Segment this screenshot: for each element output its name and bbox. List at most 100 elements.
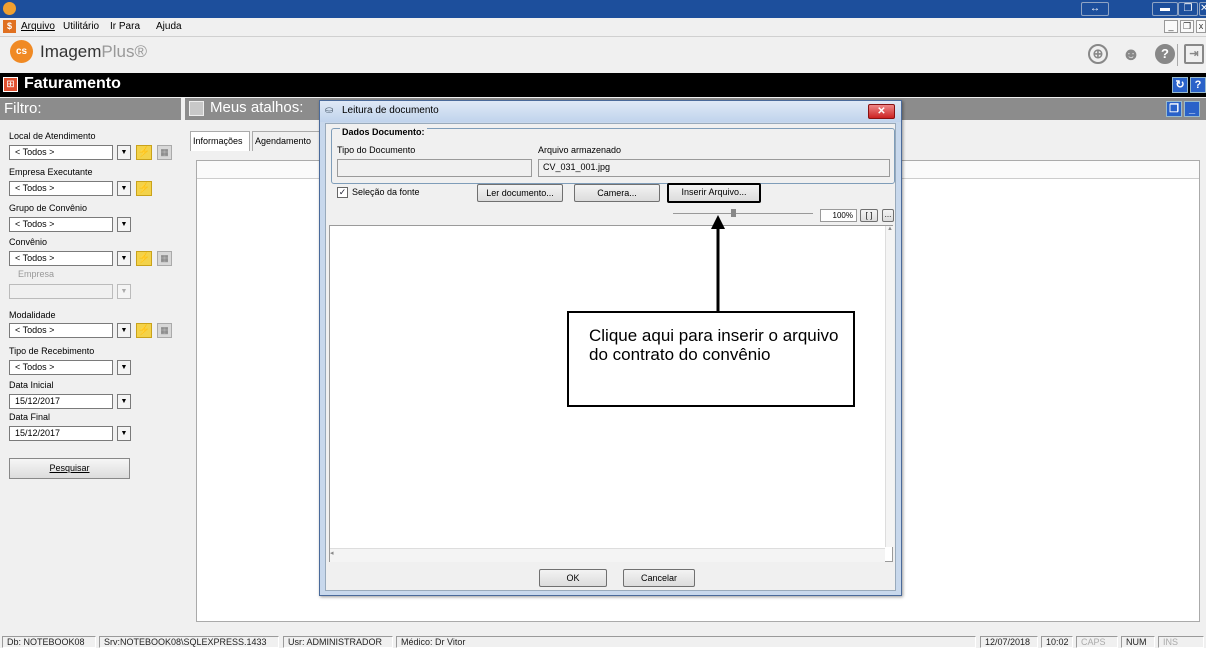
local-select[interactable]: < Todos > [9,145,113,160]
status-bar: Db: NOTEBOOK08 Srv:NOTEBOOK08\SQLEXPRESS… [0,635,1206,648]
brand-logo-icon: cs [10,40,33,63]
zoom-fit-button[interactable]: [ ] [860,209,878,222]
selecao-fonte-label: Seleção da fonte [352,187,420,197]
globe-icon[interactable]: ⊕ [1088,44,1108,64]
menu-utilitario[interactable]: Utilitário [63,21,99,32]
ler-documento-button[interactable]: Ler documento... [477,184,563,202]
menu-ajuda[interactable]: Ajuda [156,21,182,32]
mdi-minimize-icon[interactable]: _ [1164,20,1178,33]
camera-button[interactable]: Camera... [574,184,660,202]
exit-icon[interactable]: ⇥ [1184,44,1204,64]
brand-name: ImagemPlus® [40,42,147,62]
vertical-scrollbar[interactable]: ▲ [885,226,894,547]
empresa-exec-dropdown-arrow-icon[interactable]: ▼ [117,181,131,196]
local-dropdown-arrow-icon[interactable]: ▼ [117,145,131,160]
close-button[interactable]: ✕ [1199,2,1206,16]
mdi-close-icon[interactable]: x [1196,20,1206,33]
callout-box: Clique aqui para inserir o arquivo do co… [567,311,855,407]
window-titlebar: ↔ ▬ ❐ ✕ [0,0,1206,18]
minimize-button[interactable]: ▬ [1152,2,1178,16]
menu-ir-para[interactable]: Ir Para [110,21,140,32]
support-icon[interactable]: ☻ [1121,44,1141,64]
mdi-restore-icon[interactable]: ❐ [1180,20,1194,33]
empresa-exec-select[interactable]: < Todos > [9,181,113,196]
grupo-select[interactable]: < Todos > [9,217,113,232]
status-medico: Médico: Dr Vitor [396,636,976,648]
convenio-select[interactable]: < Todos > [9,251,113,266]
brand-name-dark: Imagem [40,42,102,61]
clear-icon[interactable]: ▦ [157,323,172,338]
maximize-button[interactable]: ❐ [1178,2,1198,16]
filter-header: Filtro: [0,98,181,120]
data-final-calendar-icon[interactable]: ▼ [117,426,131,441]
app-icon [3,2,16,15]
module-title: Faturamento [24,75,121,92]
data-final-label: Data Final [9,412,51,422]
tipo-documento-label: Tipo do Documento [337,145,416,155]
help-icon[interactable]: ? [1155,44,1175,64]
module-icon: ⊞ [3,77,18,92]
refresh-icon[interactable]: ↻ [1172,77,1188,93]
modalidade-select[interactable]: < Todos > [9,323,113,338]
inserir-arquivo-button[interactable]: Inserir Arquivo... [667,183,761,203]
clear-icon[interactable]: ▦ [157,251,172,266]
status-caps: CAPS [1076,636,1118,648]
modalidade-dropdown-arrow-icon[interactable]: ▼ [117,323,131,338]
selecao-fonte-checkbox[interactable]: ✓ [337,187,348,198]
tipo-documento-field[interactable] [337,159,532,177]
convenio-label: Convênio [9,237,48,247]
status-usr: Usr: ADMINISTRADOR [283,636,393,648]
restore-down-icon[interactable]: ↔ [1081,2,1109,16]
lightning-icon[interactable]: ⚡ [136,251,152,266]
arquivo-armazenado-label: Arquivo armazenado [538,145,622,155]
cancelar-button[interactable]: Cancelar [623,569,695,587]
zoom-more-button[interactable]: ... [882,209,894,222]
data-inicial-calendar-icon[interactable]: ▼ [117,394,131,409]
callout-arrow-head [711,215,725,229]
collapse-icon[interactable]: _ [1184,101,1200,117]
status-srv: Srv:NOTEBOOK08\SQLEXPRESS.1433 [99,636,279,648]
toolbar-divider [1177,44,1178,66]
tipo-receb-dropdown-arrow-icon[interactable]: ▼ [117,360,131,375]
lightning-icon[interactable]: ⚡ [136,145,152,160]
dialog-close-button[interactable]: ✕ [868,104,895,119]
convenio-dropdown-arrow-icon[interactable]: ▼ [117,251,131,266]
empresa-label: Empresa [18,269,55,279]
group-label: Dados Documento: [340,127,427,137]
tab-informacoes[interactable]: Informações [190,131,250,151]
tipo-receb-label: Tipo de Recebimento [9,346,95,356]
menu-arquivo[interactable]: Arquivo [21,21,55,32]
empresa-dropdown-arrow-icon[interactable]: ▼ [117,284,131,299]
local-label: Local de Atendimento [9,131,96,141]
clear-icon[interactable]: ▦ [157,145,172,160]
lightning-icon[interactable]: ⚡ [136,181,152,196]
empresa-select[interactable] [9,284,113,299]
pesquisar-button[interactable]: Pesquisar [9,458,130,479]
status-num: NUM [1121,636,1155,648]
tab-agendamento[interactable]: Agendamento [252,131,320,151]
shortcuts-title: Meus atalhos: [210,99,304,116]
menu-bar: $ Arquivo Utilitário Ir Para Ajuda _ ❐ x [0,18,1206,37]
zoom-slider-track[interactable] [673,213,813,214]
status-db: Db: NOTEBOOK08 [2,636,96,648]
shortcuts-toggle-icon[interactable] [189,101,204,116]
tipo-receb-select[interactable]: < Todos > [9,360,113,375]
grupo-label: Grupo de Convênio [9,203,88,213]
module-help-icon[interactable]: ? [1190,77,1206,93]
horizontal-scrollbar[interactable]: ◂ [330,548,885,562]
status-ins: INS [1158,636,1204,648]
arquivo-armazenado-field[interactable]: CV_031_001.jpg [538,159,890,177]
ok-button[interactable]: OK [539,569,607,587]
window-icon[interactable]: ❐ [1166,101,1182,117]
system-menu-icon[interactable]: $ [3,20,16,33]
grupo-dropdown-arrow-icon[interactable]: ▼ [117,217,131,232]
zoom-percent[interactable]: 100% [820,209,857,222]
data-inicial-field[interactable]: 15/12/2017 [9,394,113,409]
callout-arrow [711,215,725,311]
lightning-icon[interactable]: ⚡ [136,323,152,338]
status-date: 12/07/2018 [980,636,1038,648]
data-inicial-label: Data Inicial [9,380,54,390]
status-time: 10:02 [1041,636,1073,648]
module-bar: ⊞ Faturamento ↻ ? [0,73,1206,97]
data-final-field[interactable]: 15/12/2017 [9,426,113,441]
